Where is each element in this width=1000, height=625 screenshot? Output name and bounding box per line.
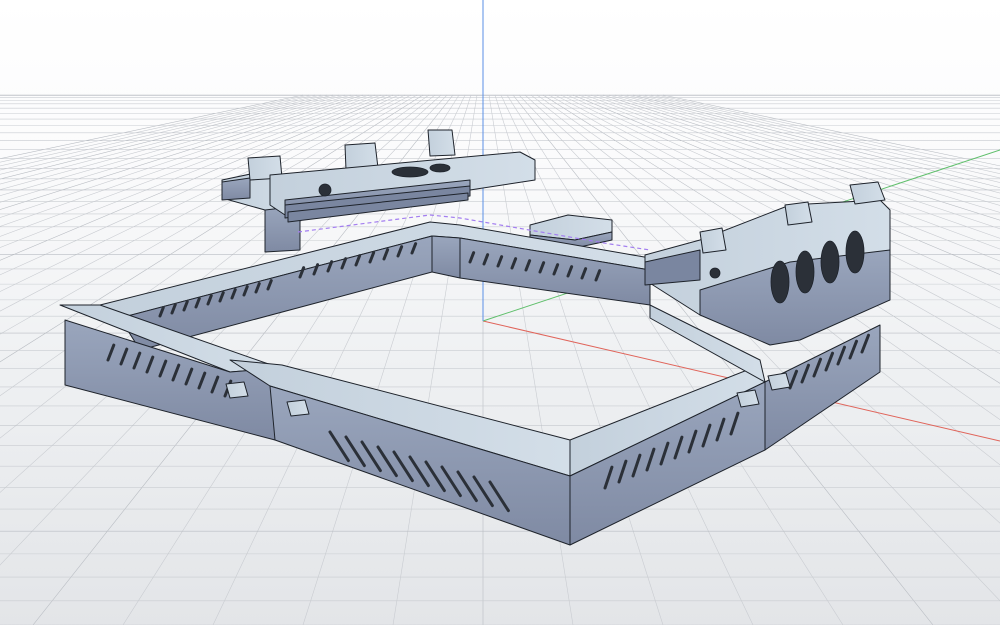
grid-line <box>614 94 1000 206</box>
3d-viewport[interactable] <box>0 0 1000 625</box>
grid-line <box>572 94 1000 275</box>
frame-model[interactable] <box>59 129 891 546</box>
grid-line <box>542 94 1000 384</box>
grid-line <box>506 94 844 625</box>
grid-line <box>608 94 1000 213</box>
grid-line <box>554 94 1000 330</box>
model-canvas[interactable] <box>0 0 1000 625</box>
grid-line <box>602 94 1000 221</box>
grid-line <box>548 94 1000 355</box>
grid-line <box>500 94 754 625</box>
front-wall[interactable] <box>229 359 766 546</box>
grid-line <box>578 94 1000 262</box>
